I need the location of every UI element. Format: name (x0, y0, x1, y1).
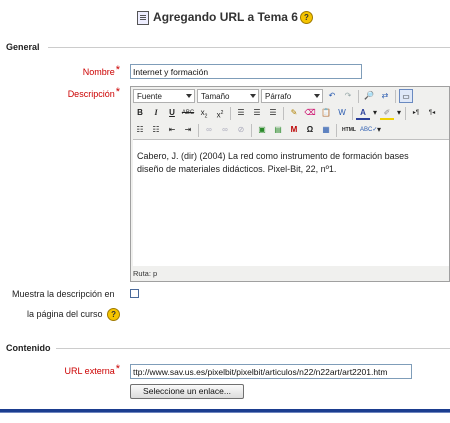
ltr-icon[interactable]: ▸¶ (409, 106, 423, 120)
show-description-label-2: la página del curso ? (27, 308, 121, 321)
find-replace-icon[interactable]: ⇄ (378, 89, 392, 103)
align-center-icon[interactable]: ☰ (250, 106, 264, 120)
html-code-icon[interactable]: HTML (340, 123, 358, 137)
paste-word-icon[interactable]: W (335, 106, 349, 120)
moodle-media-icon[interactable]: M (287, 123, 301, 137)
spellcheck-icon[interactable]: ABC✓ (360, 123, 377, 137)
page-title-row: Agregando URL a Tema 6? (0, 10, 450, 25)
clean-up-icon[interactable]: ✎ (287, 106, 301, 120)
align-right-icon[interactable]: ☰ (266, 106, 280, 120)
document-icon (137, 10, 150, 25)
link-icon[interactable]: ∞ (202, 123, 216, 137)
find-icon[interactable]: 🔎 (362, 89, 376, 103)
italic-icon[interactable]: I (149, 106, 163, 120)
editor-status-path: Ruta: p (133, 269, 158, 278)
show-description-label: Muestra la descripción en (12, 289, 115, 299)
help-icon[interactable]: ? (107, 308, 121, 321)
unlink-icon[interactable]: ∞ (218, 123, 232, 137)
url-label-text: URL externa (64, 366, 115, 376)
highlight-color-icon[interactable]: ✐ (380, 106, 394, 120)
show-description-label-text: la página del curso (27, 308, 103, 319)
required-icon: * (115, 363, 120, 375)
strikethrough-icon[interactable]: ABC (181, 106, 195, 120)
section-divider (48, 47, 450, 48)
toolbar-separator (395, 89, 396, 103)
descripcion-label: Descripción* (40, 86, 120, 100)
help-icon[interactable]: ? (299, 11, 313, 25)
required-icon: * (115, 64, 120, 76)
media-icon[interactable]: ▤ (271, 123, 285, 137)
toolbar-separator (251, 123, 252, 137)
section-divider (56, 348, 450, 349)
chevron-down-icon[interactable]: ▾ (376, 123, 382, 137)
toolbar-separator (352, 106, 353, 120)
section-content-legend: Contenido (6, 343, 51, 353)
url-input[interactable]: ttp://www.sav.us.es/pixelbit/pixelbit/ar… (130, 364, 412, 379)
url-label: URL externa* (30, 363, 120, 377)
toolbar-row-3: ☷ ☷ ⇤ ⇥ ∞ ∞ ⊘ ▣ ▤ M Ω ▦ HTML ABC✓ ▾ (133, 122, 382, 138)
toolbar-separator (283, 106, 284, 120)
underline-icon[interactable]: U (165, 106, 179, 120)
superscript-icon[interactable]: x2 (213, 106, 227, 120)
no-autolink-icon[interactable]: ⊘ (234, 123, 248, 137)
bold-icon[interactable]: B (133, 106, 147, 120)
toolbar-row-2: B I U ABC x2 x2 ☰ ☰ ☰ ✎ ⌫ 📋 W A ▾ ✐ ▾ ▸¶… (133, 105, 439, 121)
chevron-down-icon[interactable]: ▾ (372, 106, 378, 120)
page-title: Agregando URL a Tema 6 (153, 10, 298, 24)
toolbar-separator (336, 123, 337, 137)
nombre-label: Nombre* (40, 64, 120, 78)
toolbar-separator (358, 89, 359, 103)
align-left-icon[interactable]: ☰ (234, 106, 248, 120)
nombre-input[interactable]: Internet y formación (130, 64, 362, 79)
special-char-icon[interactable]: Ω (303, 123, 317, 137)
show-description-checkbox[interactable] (130, 289, 139, 298)
eraser-icon[interactable]: ⌫ (303, 106, 317, 120)
editor-content-line: diseño de materiales didácticos. Pixel-B… (137, 164, 337, 174)
text-color-icon[interactable]: A (356, 106, 370, 120)
nombre-label-text: Nombre (82, 67, 115, 77)
chevron-down-icon[interactable]: ▾ (396, 106, 402, 120)
editor-content-area[interactable]: Cabero, J. (dir) (2004) La red como inst… (133, 139, 449, 266)
fullscreen-icon[interactable]: ▭ (399, 89, 413, 103)
required-icon: * (115, 86, 120, 98)
editor-content-line: Cabero, J. (dir) (2004) La red como inst… (137, 151, 409, 161)
size-select[interactable]: Tamaño (197, 89, 259, 103)
subscript-icon[interactable]: x2 (197, 106, 211, 120)
undo-icon[interactable]: ↶ (325, 89, 339, 103)
indent-icon[interactable]: ⇥ (181, 123, 195, 137)
outdent-icon[interactable]: ⇤ (165, 123, 179, 137)
table-icon[interactable]: ▦ (319, 123, 333, 137)
toolbar-row-1: Fuente Tamaño Párrafo ↶ ↷ 🔎 ⇄ ▭ (133, 88, 413, 104)
descripcion-label-text: Descripción (67, 89, 115, 99)
font-select[interactable]: Fuente (133, 89, 195, 103)
paste-text-icon[interactable]: 📋 (319, 106, 333, 120)
bottom-bar-shadow (0, 412, 450, 413)
format-select[interactable]: Párrafo (261, 89, 323, 103)
choose-link-button[interactable]: Seleccione un enlace... (130, 384, 244, 399)
numbered-list-icon[interactable]: ☷ (149, 123, 163, 137)
toolbar-separator (198, 123, 199, 137)
toolbar-separator (405, 106, 406, 120)
rtl-icon[interactable]: ¶◂ (425, 106, 439, 120)
description-editor: Fuente Tamaño Párrafo ↶ ↷ 🔎 ⇄ ▭ B I U AB… (130, 86, 450, 282)
section-general-legend: General (6, 42, 40, 52)
toolbar-separator (230, 106, 231, 120)
bullet-list-icon[interactable]: ☷ (133, 123, 147, 137)
redo-icon[interactable]: ↷ (341, 89, 355, 103)
image-icon[interactable]: ▣ (255, 123, 269, 137)
